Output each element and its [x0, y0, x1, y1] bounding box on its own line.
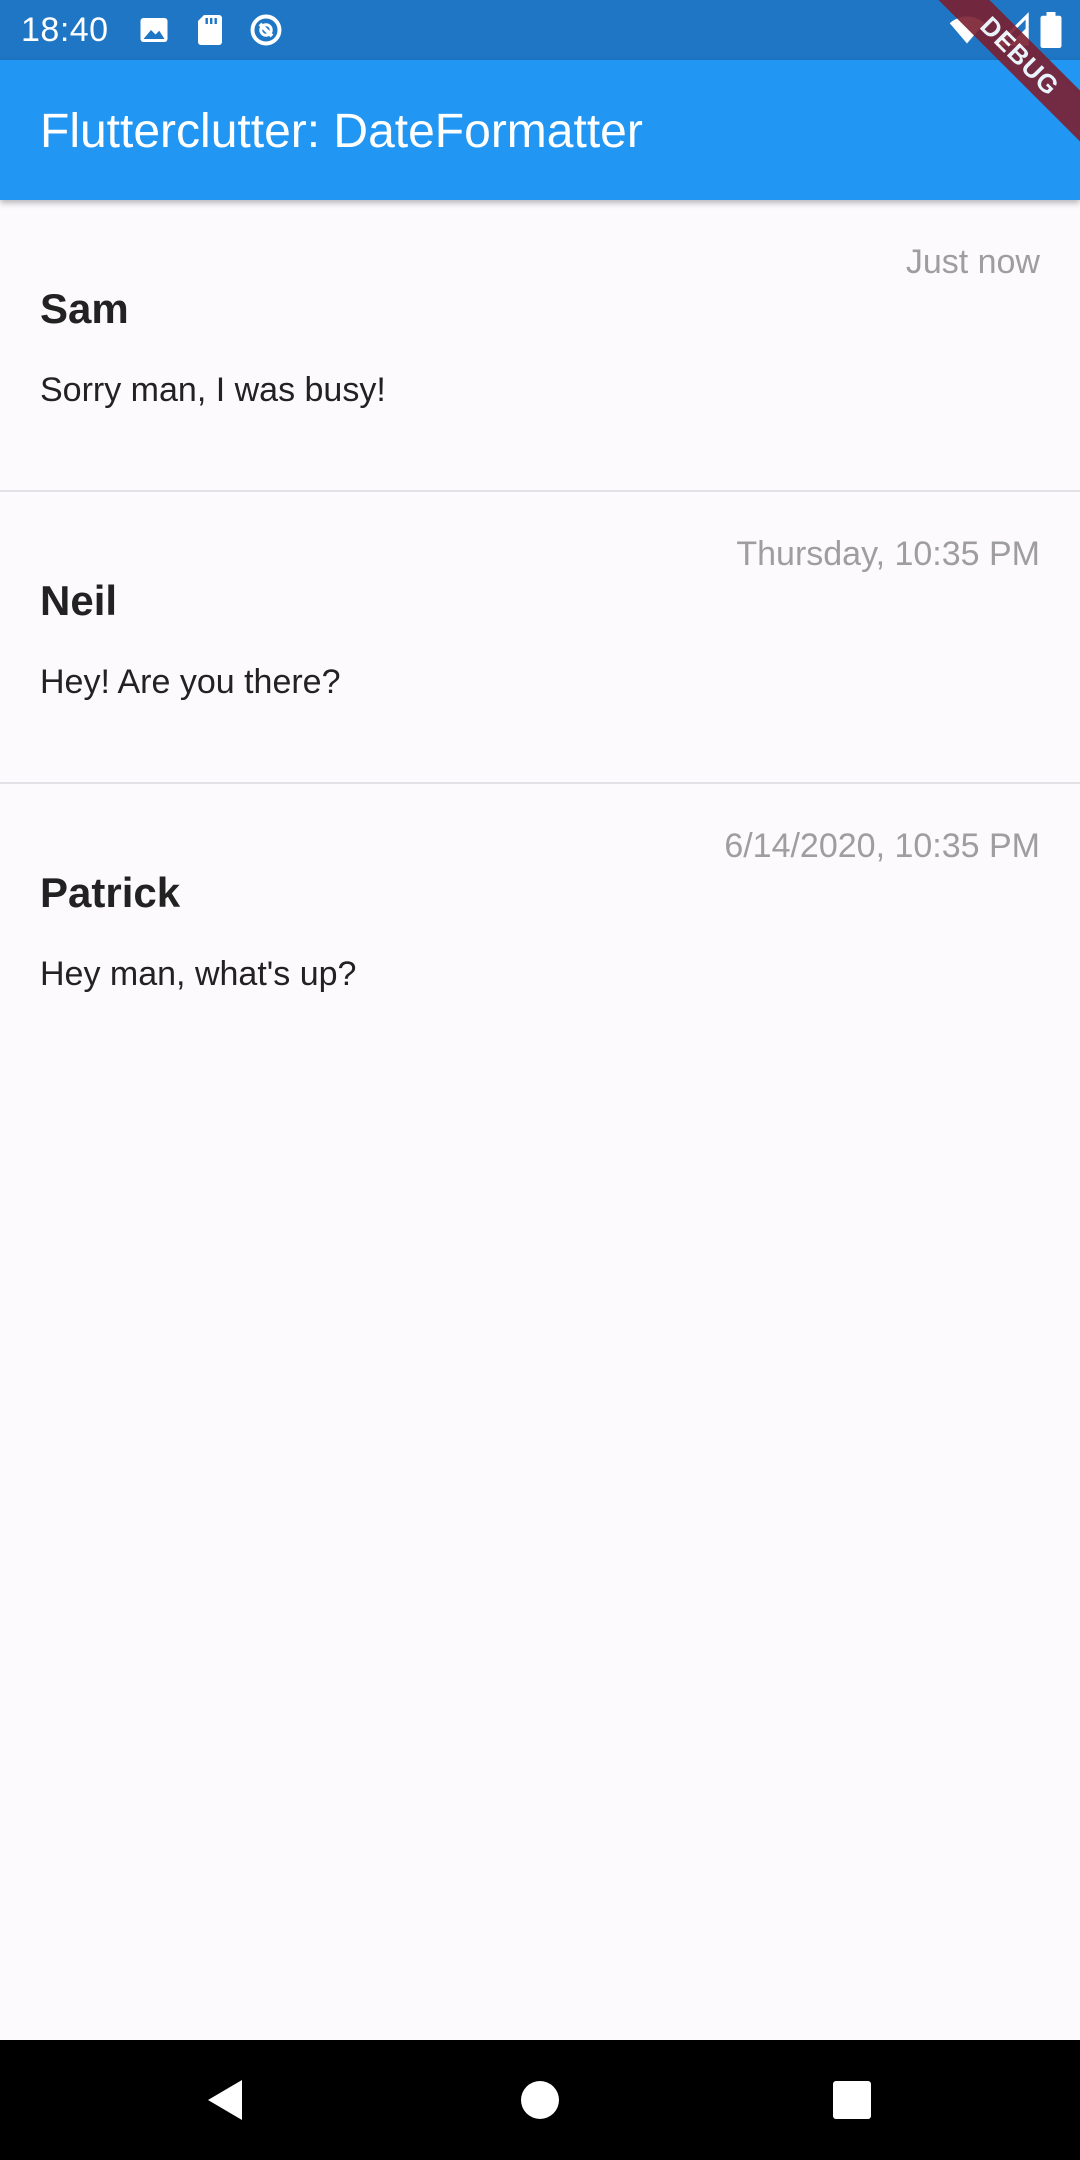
message-sender: Sam [40, 285, 129, 332]
app-bar: Flutterclutter: DateFormatter [0, 60, 1080, 200]
message-text: Hey man, what's up? [40, 955, 357, 993]
back-icon[interactable] [196, 2070, 256, 2130]
sd-card-icon [198, 15, 222, 45]
app-screen: 18:40 Flutterclutter: DateFormatter DEBU… [0, 0, 1080, 2160]
message-item-neil[interactable]: Thursday, 10:35 PM Neil Hey! Are you the… [0, 492, 1080, 784]
home-icon[interactable] [510, 2070, 570, 2130]
recents-icon[interactable] [822, 2070, 882, 2130]
message-time: Thursday, 10:35 PM [736, 535, 1040, 573]
status-time: 18:40 [21, 11, 109, 49]
wifi-icon [949, 16, 985, 44]
status-bar: 18:40 [0, 0, 1080, 60]
message-text: Sorry man, I was busy! [40, 371, 386, 409]
cell-signal-icon [996, 12, 1029, 46]
message-time: 6/14/2020, 10:35 PM [724, 827, 1040, 865]
navigation-bar [0, 2040, 1080, 2160]
status-icons-right [938, 12, 1062, 48]
message-sender: Neil [40, 577, 118, 624]
status-icons-left [136, 12, 304, 48]
message-time: Just now [905, 243, 1040, 281]
message-item-sam[interactable]: Just now Sam Sorry man, I was busy! [0, 200, 1080, 492]
battery-icon [1040, 12, 1062, 48]
message-sender: Patrick [40, 869, 181, 916]
message-list: Just now Sam Sorry man, I was busy! Thur… [0, 200, 1080, 1076]
app-title: Flutterclutter: DateFormatter [40, 105, 643, 158]
image-icon [140, 18, 168, 42]
message-text: Hey! Are you there? [40, 663, 341, 701]
sync-icon [250, 14, 282, 46]
message-item-patrick[interactable]: 6/14/2020, 10:35 PM Patrick Hey man, wha… [0, 784, 1080, 1076]
